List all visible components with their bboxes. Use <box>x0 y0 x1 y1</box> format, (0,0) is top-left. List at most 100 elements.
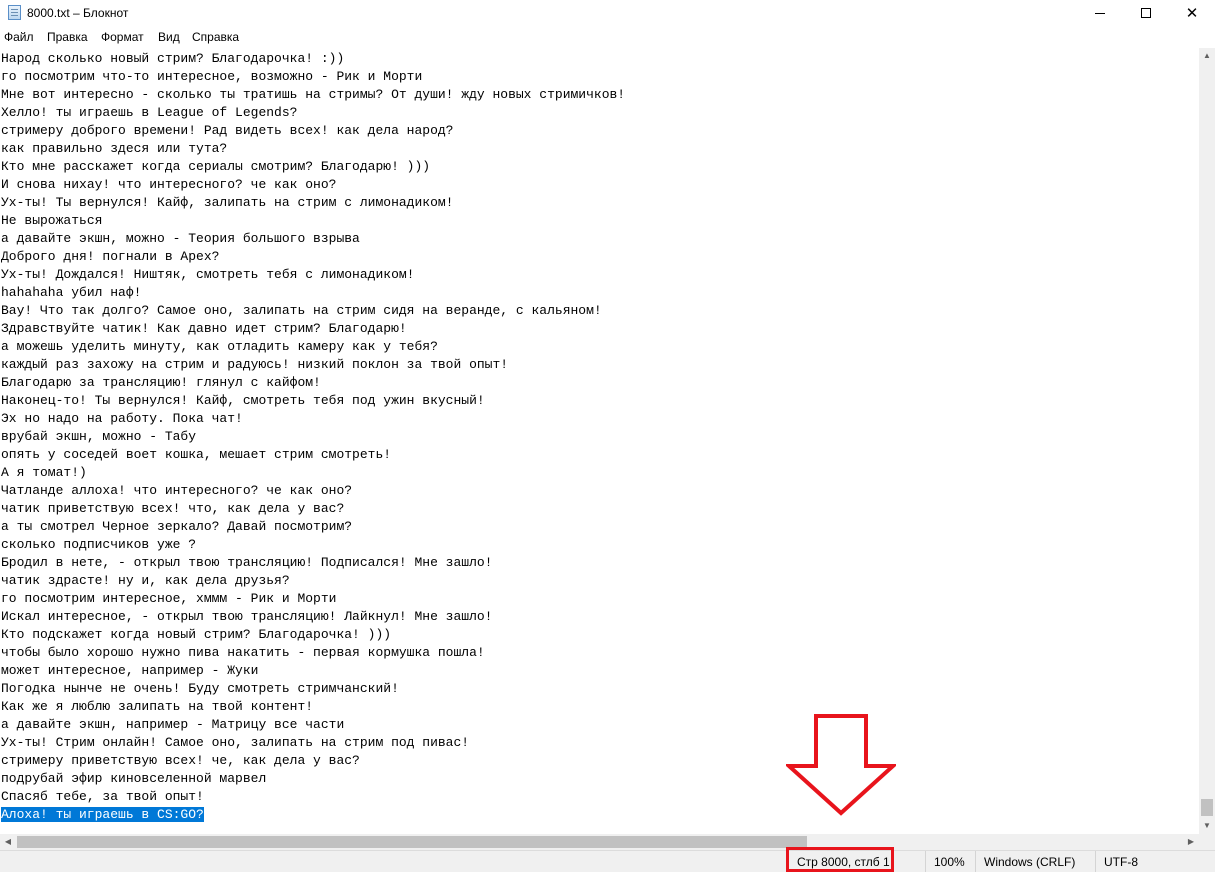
text-line-content: Искал интересное, - открыл твою трансляц… <box>1 609 493 624</box>
menu-format[interactable]: Формат <box>101 30 144 44</box>
minimize-icon <box>1095 12 1105 14</box>
text-line-content: Здравствуйте чатик! Как давно идет стрим… <box>1 321 407 336</box>
text-line-content: Не вырожаться <box>1 213 103 228</box>
text-line-content: hahahaha убил наф! <box>1 285 142 300</box>
encoding: UTF-8 <box>1095 851 1215 872</box>
text-line: И снова нихау! что интересного? че как о… <box>1 176 625 194</box>
text-line: а давайте экшн, например - Матрицу все ч… <box>1 716 625 734</box>
text-line-content: стримеру приветствую всех! че, как дела … <box>1 753 360 768</box>
text-line-content: Как же я люблю залипать на твой контент! <box>1 699 314 714</box>
text-line-content: го посмотрим интересное, хммм - Рик и Мо… <box>1 591 337 606</box>
text-line-content: А я томат!) <box>1 465 87 480</box>
minimize-button[interactable] <box>1077 0 1123 26</box>
text-line-content: Ух-ты! Дождался! Ништяк, смотреть тебя с… <box>1 267 415 282</box>
vertical-scrollbar[interactable]: ▲ ▼ <box>1199 48 1215 834</box>
text-content: Народ сколько новый стрим? Благодарочка!… <box>1 50 625 824</box>
text-line: го посмотрим что-то интересное, возможно… <box>1 68 625 86</box>
title-bar: 8000.txt – Блокнот ✕ <box>0 0 1215 26</box>
text-line: Погодка нынче не очень! Буду смотреть ст… <box>1 680 625 698</box>
text-line-content: как правильно здеся или тута? <box>1 141 228 156</box>
text-line-content: Ух-ты! Ты вернулся! Кайф, залипать на ст… <box>1 195 454 210</box>
text-line: Кто мне расскажет когда сериалы смотрим?… <box>1 158 625 176</box>
scroll-left-arrow-icon[interactable]: ◀ <box>0 834 16 850</box>
text-line: как правильно здеся или тута? <box>1 140 625 158</box>
text-line: чтобы было хорошо нужно пива накатить - … <box>1 644 625 662</box>
text-line: Не вырожаться <box>1 212 625 230</box>
text-line-content: а можешь уделить минуту, как отладить ка… <box>1 339 438 354</box>
text-line: Здравствуйте чатик! Как давно идет стрим… <box>1 320 625 338</box>
text-line: Бродил в нете, - открыл твою трансляцию!… <box>1 554 625 572</box>
maximize-button[interactable] <box>1123 0 1169 26</box>
menu-view[interactable]: Вид <box>158 30 180 44</box>
menu-file[interactable]: Файл <box>4 30 34 44</box>
scroll-right-arrow-icon[interactable]: ▶ <box>1183 834 1199 850</box>
text-line: Доброго дня! погнали в Apex? <box>1 248 625 266</box>
selected-text-line: Алоха! ты играешь в CS:GO? <box>1 806 625 824</box>
menu-help[interactable]: Справка <box>192 30 239 44</box>
line-endings: Windows (CRLF) <box>975 851 1095 872</box>
text-line: опять у соседей воет кошка, мешает стрим… <box>1 446 625 464</box>
text-line-content: Хелло! ты играешь в League of Legends? <box>1 105 298 120</box>
text-line-content: Чатланде аллоха! что интересного? че как… <box>1 483 353 498</box>
maximize-icon <box>1141 8 1151 18</box>
text-line-content: Кто подскажет когда новый стрим? Благода… <box>1 627 392 642</box>
text-line: А я томат!) <box>1 464 625 482</box>
text-line-content: Спасяб тебе, за твой опыт! <box>1 789 204 804</box>
text-line-content: а ты смотрел Черное зеркало? Давай посмо… <box>1 519 353 534</box>
vertical-scroll-thumb[interactable] <box>1201 799 1213 816</box>
text-line: Искал интересное, - открыл твою трансляц… <box>1 608 625 626</box>
text-line: а можешь уделить минуту, как отладить ка… <box>1 338 625 356</box>
scroll-up-arrow-icon[interactable]: ▲ <box>1199 48 1215 64</box>
text-line: может интересное, например - Жуки <box>1 662 625 680</box>
text-line: Мне вот интересно - сколько ты тратишь н… <box>1 86 625 104</box>
text-line: каждый раз захожу на стрим и радуюсь! ни… <box>1 356 625 374</box>
text-line: Кто подскажет когда новый стрим? Благода… <box>1 626 625 644</box>
text-line-content: чатик приветствую всех! что, как дела у … <box>1 501 345 516</box>
text-line-content: Кто мне расскажет когда сериалы смотрим?… <box>1 159 431 174</box>
text-line-content: Ух-ты! Стрим онлайн! Самое оно, залипать… <box>1 735 470 750</box>
text-line: Ух-ты! Ты вернулся! Кайф, залипать на ст… <box>1 194 625 212</box>
text-line: а ты смотрел Черное зеркало? Давай посмо… <box>1 518 625 536</box>
text-line-content: может интересное, например - Жуки <box>1 663 259 678</box>
text-line: Как же я люблю залипать на твой контент! <box>1 698 625 716</box>
text-editor[interactable]: Народ сколько новый стрим? Благодарочка!… <box>0 48 1199 834</box>
scroll-down-arrow-icon[interactable]: ▼ <box>1199 818 1215 834</box>
text-line-content: стримеру доброго времени! Рад видеть все… <box>1 123 454 138</box>
annotation-arrow-icon <box>786 714 896 816</box>
window-title: 8000.txt – Блокнот <box>27 6 129 20</box>
text-line: Ух-ты! Стрим онлайн! Самое оно, залипать… <box>1 734 625 752</box>
notepad-icon <box>8 5 21 20</box>
text-line: врубай экшн, можно - Табу <box>1 428 625 446</box>
text-line: сколько подписчиков уже ? <box>1 536 625 554</box>
text-line-content: Наконец-то! Ты вернулся! Кайф, смотреть … <box>1 393 485 408</box>
text-line: Вау! Что так долго? Самое оно, залипать … <box>1 302 625 320</box>
menu-edit[interactable]: Правка <box>47 30 88 44</box>
text-line-content: Эх но надо на работу. Пока чат! <box>1 411 243 426</box>
text-line-content: чтобы было хорошо нужно пива накатить - … <box>1 645 485 660</box>
text-line: Ух-ты! Дождался! Ништяк, смотреть тебя с… <box>1 266 625 284</box>
scrollbar-corner <box>1199 834 1215 850</box>
text-line-content: а давайте экшн, например - Матрицу все ч… <box>1 717 345 732</box>
text-line: подрубай эфир киновселенной марвел <box>1 770 625 788</box>
text-line-content: Мне вот интересно - сколько ты тратишь н… <box>1 87 626 102</box>
close-icon: ✕ <box>1185 4 1199 22</box>
text-line-content: Народ сколько новый стрим? Благодарочка!… <box>1 51 345 66</box>
horizontal-scroll-thumb[interactable] <box>17 836 807 848</box>
text-line: стримеру доброго времени! Рад видеть все… <box>1 122 625 140</box>
horizontal-scrollbar[interactable]: ◀ ▶ <box>0 834 1199 850</box>
text-line-content: сколько подписчиков уже ? <box>1 537 197 552</box>
text-line: Наконец-то! Ты вернулся! Кайф, смотреть … <box>1 392 625 410</box>
text-line: Эх но надо на работу. Пока чат! <box>1 410 625 428</box>
text-line: Хелло! ты играешь в League of Legends? <box>1 104 625 122</box>
text-line-content: подрубай эфир киновселенной марвел <box>1 771 267 786</box>
text-line: го посмотрим интересное, хммм - Рик и Мо… <box>1 590 625 608</box>
text-line: Народ сколько новый стрим? Благодарочка!… <box>1 50 625 68</box>
menu-bar: Файл Правка Формат Вид Справка <box>0 26 1215 48</box>
text-line-content: каждый раз захожу на стрим и радуюсь! ни… <box>1 357 509 372</box>
text-line-content: чатик здрасте! ну и, как дела друзья? <box>1 573 290 588</box>
text-line-content: Бродил в нете, - открыл твою трансляцию!… <box>1 555 493 570</box>
text-line: стримеру приветствую всех! че, как дела … <box>1 752 625 770</box>
text-line: Благодарю за трансляцию! глянул с кайфом… <box>1 374 625 392</box>
annotation-highlight-box <box>786 847 894 872</box>
close-button[interactable]: ✕ <box>1169 0 1215 26</box>
